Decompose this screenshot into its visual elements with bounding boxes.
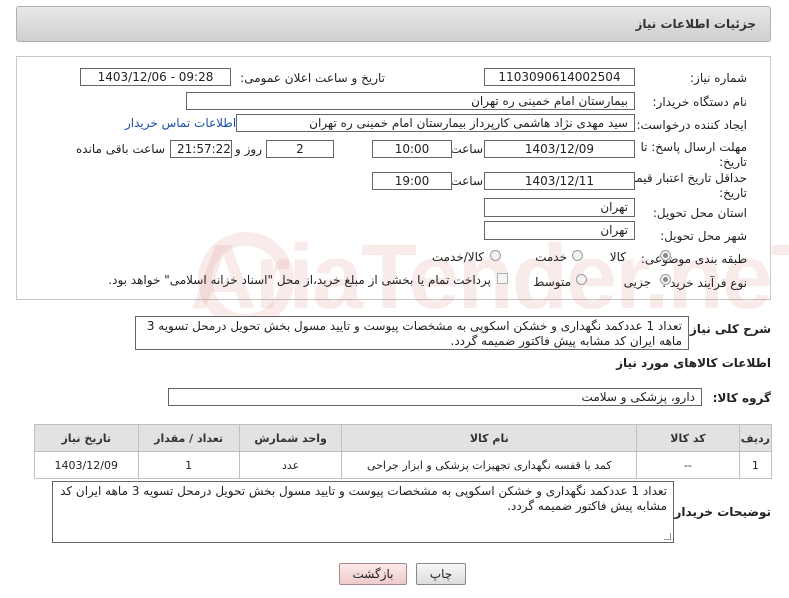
items-table: ردیف کد کالا نام کالا واحد شمارش تعداد /… [34,424,773,479]
col-row-header: ردیف [738,424,773,452]
buyer-contact-link[interactable]: اطلاعات تماس خریدار [125,116,236,130]
description-label: شرح کلی نیاز: [685,322,771,336]
need-number-field[interactable]: 1103090614002504 [484,68,635,86]
items-table-header: ردیف کد کالا نام کالا واحد شمارش تعداد /… [34,424,773,452]
goods-group-label: گروه کالا: [712,391,771,405]
cell-qty: 1 [137,451,240,479]
col-name-header: نام کالا [341,424,638,452]
requester-field[interactable]: سید مهدی نژاد هاشمی کارپرداز بیمارستان ا… [236,114,635,132]
announce-datetime-field[interactable]: 1403/12/06 - 09:28 [80,68,231,86]
buyer-notes-text: تعداد 1 عددکمد نگهداری و خشکن اسکوپی به … [60,484,667,513]
cell-row: 1 [738,451,773,479]
delivery-city-field[interactable]: تهران [484,221,635,240]
price-validity-date-label: تاریخ: [719,186,747,200]
price-validity-time-label: ساعت [450,174,483,188]
buyer-org-field[interactable]: بیمارستان امام خمینی ره تهران [186,92,635,110]
reply-deadline-label: مهلت ارسال پاسخ: تا [640,140,747,154]
purchase-option-medium: متوسط [533,275,571,289]
reply-deadline-date-field[interactable]: 1403/12/09 [484,140,635,158]
category-option-goods: کالا [609,250,626,264]
cell-name: کمد یا قفسه نگهداری تجهیزات پزشکی و ابزا… [341,451,638,479]
buyer-notes-label: توضیحات خریدار: [669,505,771,519]
purchase-radio-minor[interactable] [660,274,671,285]
page-title: جزئیات اطلاعات نیاز [635,17,756,31]
treasury-payment-checkbox[interactable] [497,273,508,284]
delivery-city-label: شهر محل تحویل: [660,229,747,243]
buyer-notes-textarea[interactable]: تعداد 1 عددکمد نگهداری و خشکن اسکوپی به … [52,481,674,543]
remaining-time-field[interactable]: 21:57:22 [170,140,232,158]
description-textarea[interactable]: تعداد 1 عددکمد نگهداری و خشکن اسکوپی به … [135,316,689,350]
days-label: روز و [235,142,262,156]
category-radio-goods-service[interactable] [490,250,501,261]
table-row: 1 -- کمد یا قفسه نگهداری تجهیزات پزشکی و… [34,451,773,479]
remaining-time-label: ساعت باقی مانده [75,142,165,156]
category-radio-goods[interactable] [660,250,671,261]
purchase-radio-medium[interactable] [576,274,587,285]
purchase-type-label: نوع فرآیند خرید : [662,276,747,290]
days-remaining-field[interactable]: 2 [266,140,334,158]
cell-code: -- [636,451,740,479]
announce-datetime-label: تاریخ و ساعت اعلان عمومی: [240,71,385,85]
goods-info-title: اطلاعات کالاهای مورد نیاز [616,356,771,370]
delivery-province-field[interactable]: تهران [484,198,635,217]
back-button[interactable]: بازگشت [339,563,407,585]
print-button[interactable]: چاپ [416,563,466,585]
treasury-payment-note: پرداخت تمام یا بخشی از مبلغ خرید،از محل … [108,273,491,287]
delivery-province-label: استان محل تحویل: [652,206,747,220]
requester-label: ایجاد کننده درخواست: [636,118,747,132]
reply-deadline-time-field[interactable]: 10:00 [372,140,452,158]
resize-handle-icon[interactable] [664,533,671,540]
col-unit-header: واحد شمارش [238,424,343,452]
goods-group-field[interactable]: دارو، پزشکی و سلامت [168,388,702,406]
purchase-option-minor: جزیی [623,275,651,289]
col-qty-header: تعداد / مقدار [137,424,240,452]
need-number-label: شماره نیاز: [690,71,747,85]
price-validity-date-field[interactable]: 1403/12/11 [484,172,635,190]
category-option-service: خدمت [535,250,567,264]
col-code-header: کد کالا [636,424,740,452]
category-label: طبقه بندی موضوعی: [640,252,747,266]
category-option-goods-service: کالا/خدمت [431,250,484,264]
reply-deadline-date-label: تاریخ: [719,155,747,169]
buyer-org-label: نام دستگاه خریدار: [652,95,748,109]
panel-header: جزئیات اطلاعات نیاز [16,6,771,42]
col-date-header: تاریخ نیاز [34,424,139,452]
cell-date: 1403/12/09 [34,451,139,479]
reply-deadline-time-label: ساعت [450,142,483,156]
category-radio-service[interactable] [572,250,583,261]
cell-unit: عدد [238,451,343,479]
price-validity-time-field[interactable]: 19:00 [372,172,452,190]
